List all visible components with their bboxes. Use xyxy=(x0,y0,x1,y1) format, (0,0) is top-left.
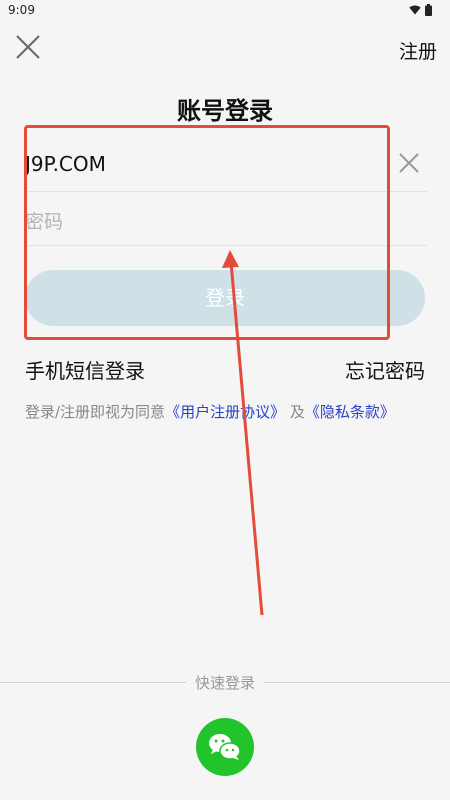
sms-login-link[interactable]: 手机短信登录 xyxy=(25,355,145,384)
account-field[interactable]: J9P.COM xyxy=(25,137,427,192)
page-title: 账号登录 xyxy=(177,97,273,125)
battery-icon xyxy=(425,4,432,16)
agreement-prefix: 登录/注册即视为同意 xyxy=(25,403,166,421)
agreement-text: 登录/注册即视为同意《用户注册协议》 及《隐私条款》 xyxy=(25,400,405,425)
agreement-and: 及 xyxy=(289,403,305,421)
user-agreement-link[interactable]: 《用户注册协议》 xyxy=(165,403,285,421)
privacy-policy-link[interactable]: 《隐私条款》 xyxy=(305,403,395,421)
login-button[interactable]: 登录 xyxy=(25,270,425,326)
status-time: 9:09 xyxy=(8,3,35,17)
status-bar: 9:09 xyxy=(0,0,450,22)
password-field[interactable]: 密码 xyxy=(25,192,427,246)
wifi-icon xyxy=(409,5,421,15)
close-button[interactable] xyxy=(14,33,42,61)
quick-login-label: 快速登录 xyxy=(186,672,264,692)
close-icon xyxy=(16,35,40,59)
clear-icon[interactable] xyxy=(398,152,420,174)
forgot-password-link[interactable]: 忘记密码 xyxy=(345,355,425,384)
account-input-value[interactable]: J9P.COM xyxy=(25,152,106,176)
register-link[interactable]: 注册 xyxy=(399,37,437,64)
password-placeholder[interactable]: 密码 xyxy=(25,207,63,234)
login-screen: 9:09 注册 账号登录 J9P.COM 密码 登录 手机短信登录 忘记密码 登… xyxy=(0,0,450,800)
wechat-login-button[interactable] xyxy=(196,718,254,776)
status-icons xyxy=(409,4,432,16)
wechat-icon xyxy=(209,734,241,760)
